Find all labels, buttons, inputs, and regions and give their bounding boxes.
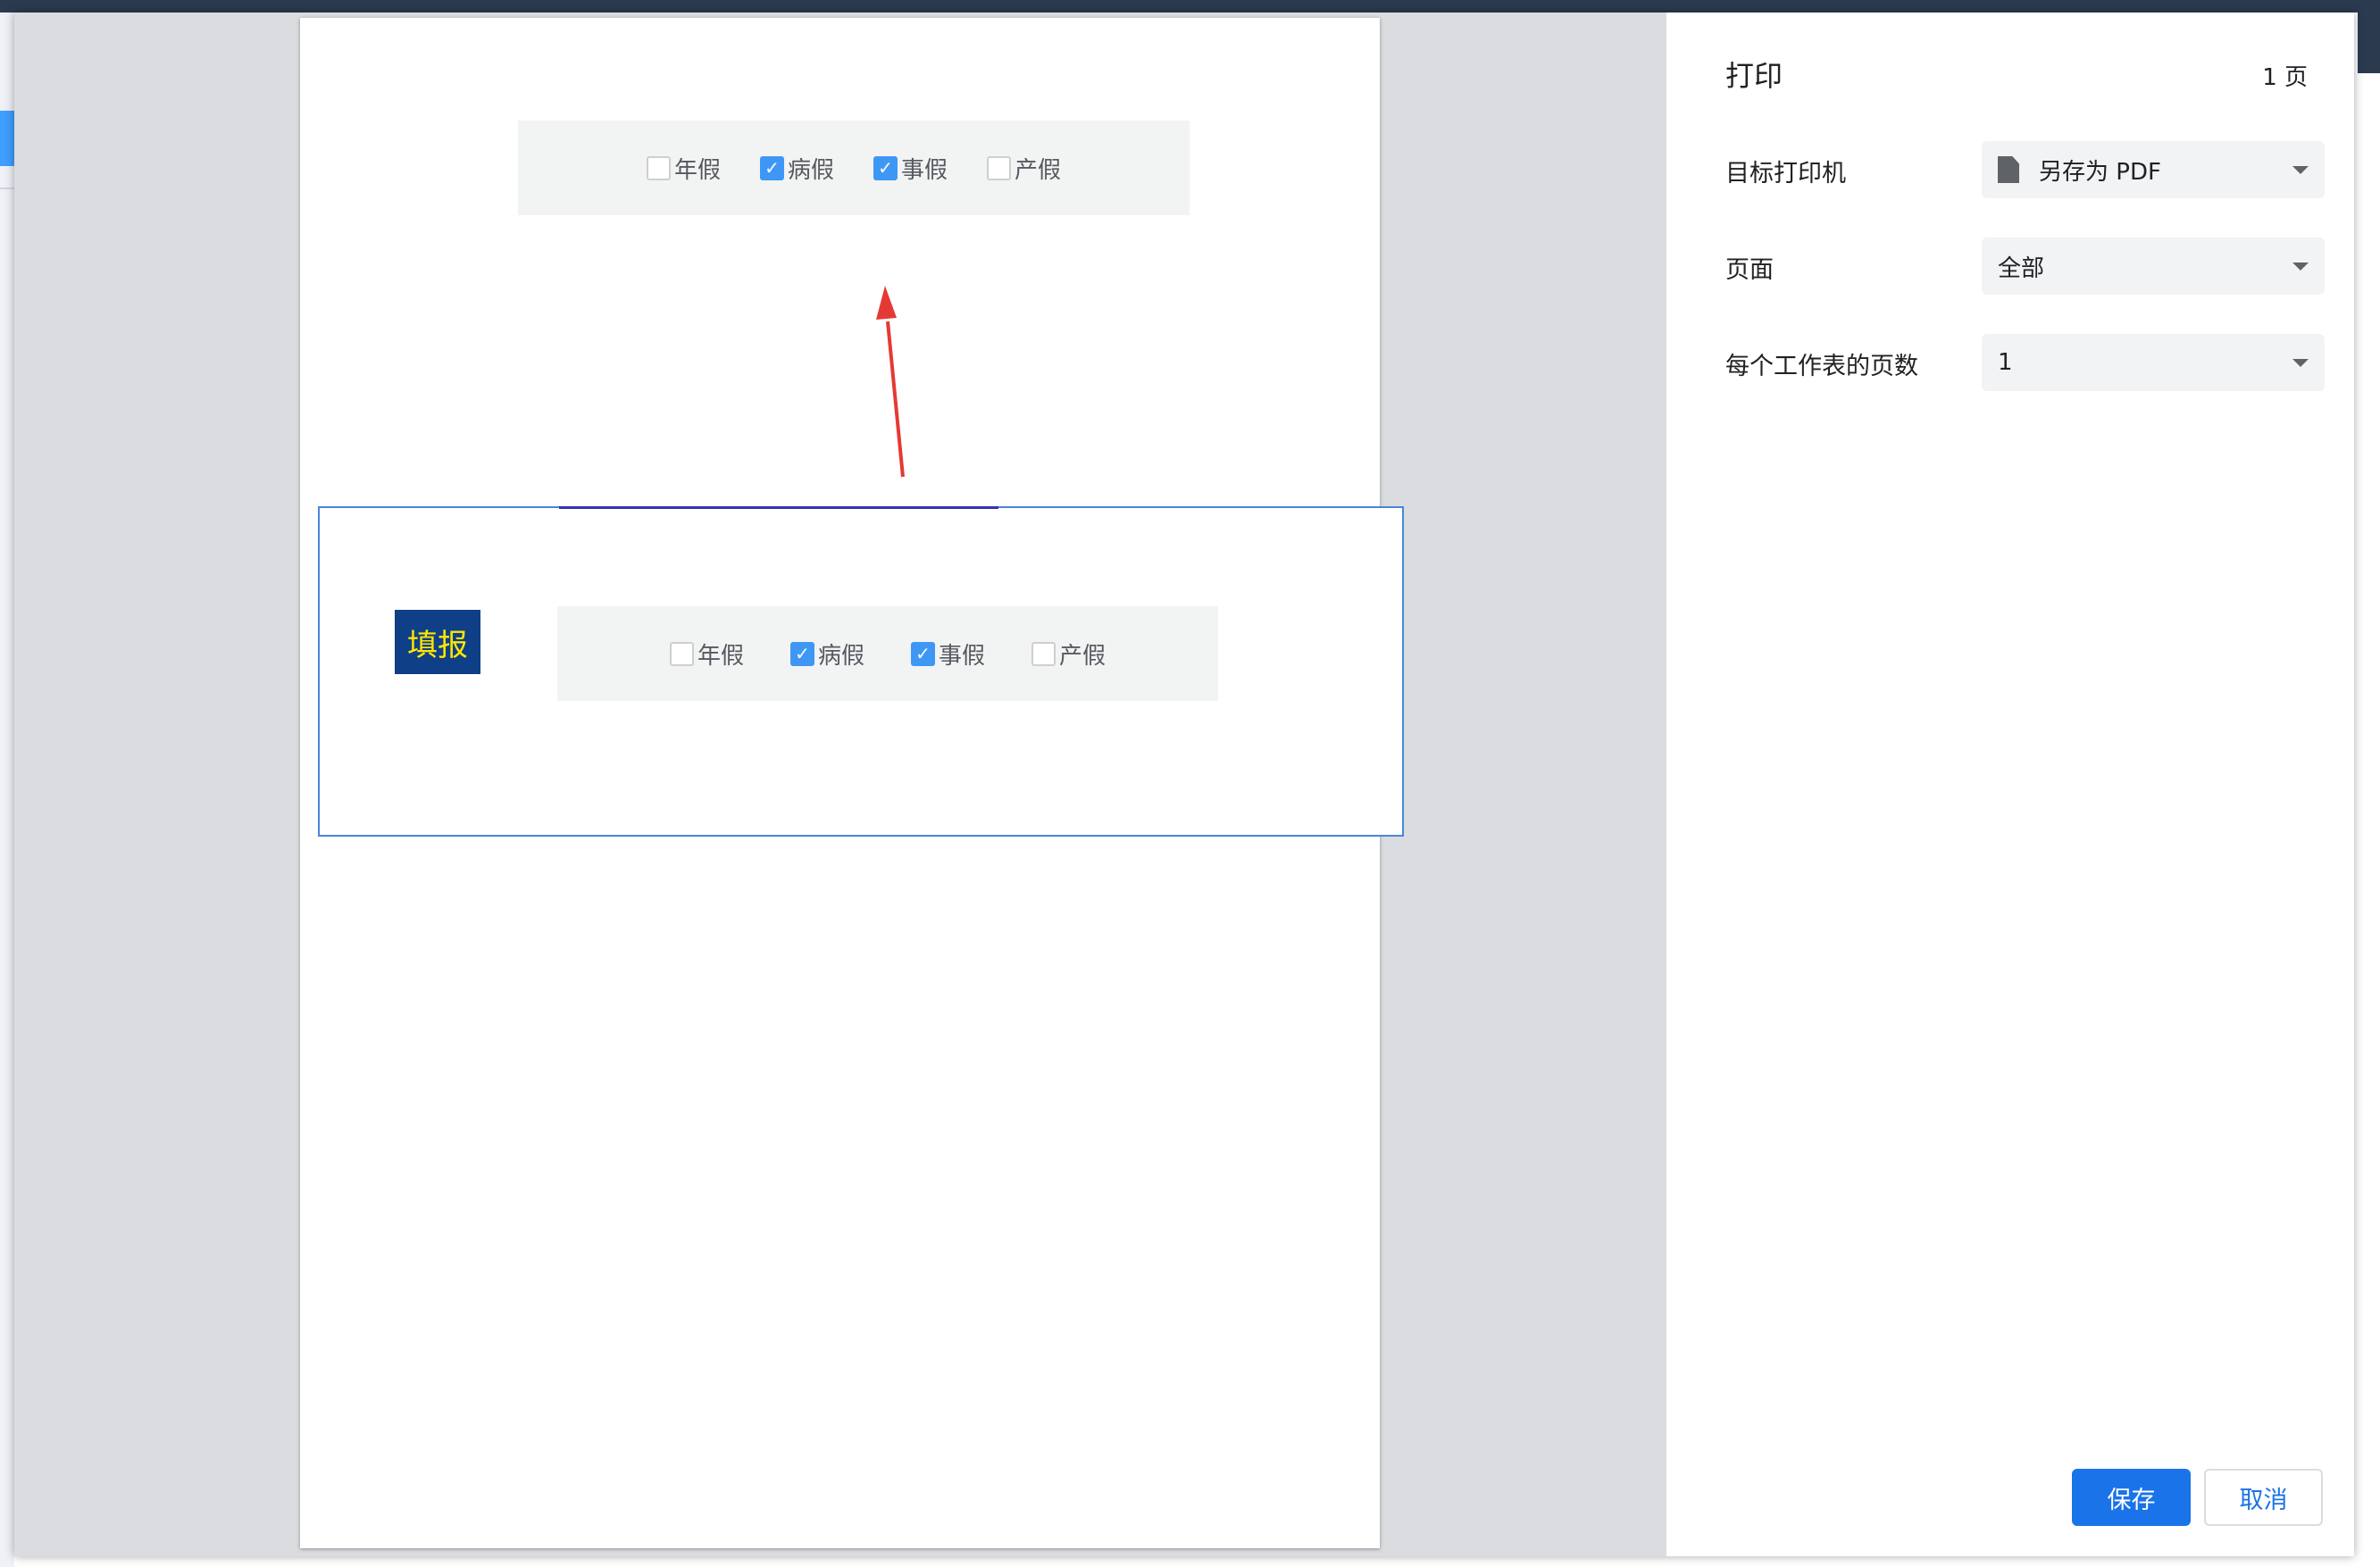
dropdown-caret-icon: [2292, 358, 2309, 367]
checkbox-unchecked-icon[interactable]: [669, 641, 694, 666]
overlay-screenshot-panel: 填报 年假 ✓ 病假 ✓ 事假 产假: [318, 506, 1404, 837]
print-title: 打印: [1725, 59, 1783, 93]
pages-per-sheet-label: 每个工作表的页数: [1725, 353, 1918, 380]
checkbox-label: 年假: [697, 642, 744, 670]
checkbox-label: 事假: [939, 642, 986, 670]
overlay-checkbox-item[interactable]: ✓ 事假: [911, 638, 985, 671]
app-right-header: [2358, 13, 2380, 73]
annotation-arrow-icon: [876, 286, 905, 478]
fill-report-button[interactable]: 填报: [395, 610, 480, 674]
pages-per-sheet-value: 1: [1998, 349, 2013, 376]
page-count: 1 页: [2262, 64, 2308, 91]
app-right-edge: [2354, 13, 2380, 1567]
overlay-checkbox-group: 年假 ✓ 病假 ✓ 事假 产假: [557, 606, 1218, 701]
app-top-bar: [0, 0, 2380, 13]
checkbox-checked-icon[interactable]: ✓: [789, 641, 814, 666]
checkbox-label: 产假: [1059, 642, 1106, 670]
print-dialog: 年假 ✓ 病假 ✓ 事假 产假 填报 年假 ✓ 病假 ✓ 事假 产假 打印 1 …: [14, 13, 2354, 1556]
checkbox-label: 病假: [817, 642, 864, 670]
app-divider: [0, 188, 14, 189]
destination-label: 目标打印机: [1725, 160, 1846, 188]
destination-value: 另存为 PDF: [2039, 158, 2161, 186]
checkbox-checked-icon[interactable]: ✓: [911, 641, 935, 666]
app-sidebar-edge: [0, 13, 14, 1567]
overlay-checkbox-item[interactable]: 产假: [1031, 638, 1106, 671]
document-icon: [1998, 156, 2019, 183]
overlay-top-line: [559, 506, 998, 509]
overlay-checkbox-item[interactable]: ✓ 病假: [789, 638, 864, 671]
app-sidebar-active-tab[interactable]: [0, 111, 14, 166]
pages-value: 全部: [1998, 254, 2045, 282]
destination-select[interactable]: 另存为 PDF: [1982, 141, 2325, 198]
dropdown-caret-icon: [2292, 262, 2309, 271]
overlay-checkbox-item[interactable]: 年假: [669, 638, 744, 671]
pages-label: 页面: [1725, 256, 1774, 284]
print-settings-panel: 打印 1 页 目标打印机 另存为 PDF 页面 全部 每个工作表的页数 1: [1666, 13, 2354, 1556]
pages-select[interactable]: 全部: [1982, 238, 2325, 295]
save-button[interactable]: 保存: [2072, 1469, 2191, 1526]
cancel-button[interactable]: 取消: [2204, 1469, 2323, 1526]
pages-per-sheet-select[interactable]: 1: [1982, 334, 2325, 391]
print-preview-area[interactable]: 年假 ✓ 病假 ✓ 事假 产假 填报 年假 ✓ 病假 ✓ 事假 产假: [14, 13, 1666, 1556]
checkbox-unchecked-icon[interactable]: [1031, 641, 1056, 666]
dropdown-caret-icon: [2292, 165, 2309, 174]
